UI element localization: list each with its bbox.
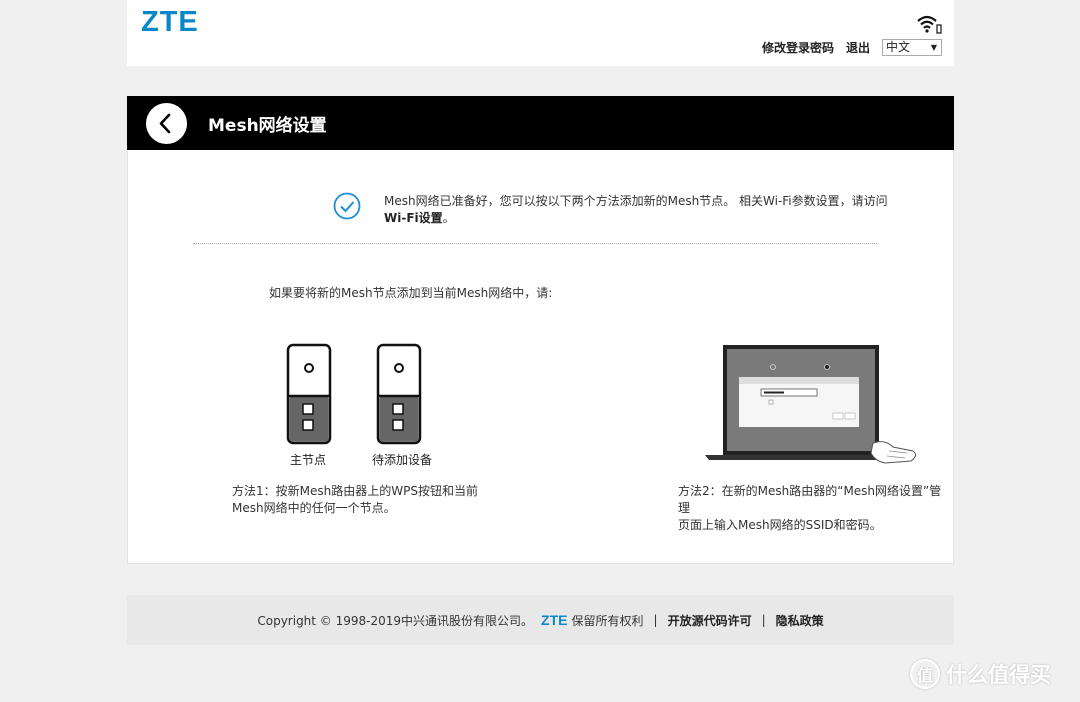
copyright-text: Copyright © 1998-2019中兴通讯股份有限公司。 [257,613,534,628]
zte-logo: ZTE [141,6,199,38]
main-content: Mesh网络已准备好，您可以按以下两个方法添加新的Mesh节点。 相关Wi-Fi… [127,150,954,564]
privacy-policy-link[interactable]: 隐私政策 [776,612,824,629]
divider [193,243,877,244]
intro-text: 如果要将新的Mesh节点添加到当前Mesh网络中，请: [269,286,553,300]
method2-line2: 页面上输入Mesh网络的SSID和密码。 [678,518,882,532]
notice-text: Mesh网络已准备好，您可以按以下两个方法添加新的Mesh节点。 相关Wi-Fi… [384,194,888,208]
watermark-text: 什么值得买 [946,663,1051,687]
logout-link[interactable]: 退出 [846,39,870,56]
check-circle-icon [333,192,361,220]
chevron-left-icon [159,113,171,134]
method2-line1: 方法2：在新的Mesh路由器的“Mesh网络设置”管理 [678,484,942,515]
rights-text: 保留所有权利 [571,613,644,628]
change-password-link[interactable]: 修改登录密码 [762,39,834,56]
notice-end: 。 [442,211,455,225]
wifi-settings-link[interactable]: Wi-Fi设置 [384,211,443,225]
method1-line1: 方法1：按新Mesh路由器上的WPS按钮和当前 [232,484,478,498]
page-title: Mesh网络设置 [208,116,327,136]
footer-separator: | [653,613,658,627]
language-value: 中文 [886,40,911,54]
method1-line2: Mesh网络中的任何一个节点。 [232,501,396,515]
method1-text: 方法1：按新Mesh路由器上的WPS按钮和当前 Mesh网络中的任何一个节点。 [232,483,478,517]
footer-separator: | [761,613,766,627]
new-device-router-illustration [376,343,422,445]
page-footer: Copyright © 1998-2019中兴通讯股份有限公司。 ZTE 保留所… [127,595,954,645]
footer-zte-logo: ZTE [541,612,568,628]
top-header: ZTE 修改登录密码 退出 中文 ▼ [127,0,954,66]
watermark-logo-icon: 值 [910,659,940,689]
new-device-label: 待添加设备 [372,453,433,467]
page-titlebar: Mesh网络设置 [127,96,954,150]
main-node-label: 主节点 [290,453,327,467]
wifi-signal-icon [917,15,942,34]
back-button[interactable] [146,103,187,144]
laptop-illustration [705,345,917,464]
watermark: 值 什么值得买 [910,659,1051,689]
ready-notice: Mesh网络已准备好，您可以按以下两个方法添加新的Mesh节点。 相关Wi-Fi… [384,193,904,227]
method2-text: 方法2：在新的Mesh路由器的“Mesh网络设置”管理 页面上输入Mesh网络的… [678,483,953,534]
language-select[interactable]: 中文 ▼ [882,39,942,56]
header-links: 修改登录密码 退出 中文 ▼ [762,39,942,56]
open-source-license-link[interactable]: 开放源代码许可 [668,612,752,629]
dropdown-arrow-icon: ▼ [930,43,937,52]
main-node-router-illustration [286,343,332,445]
